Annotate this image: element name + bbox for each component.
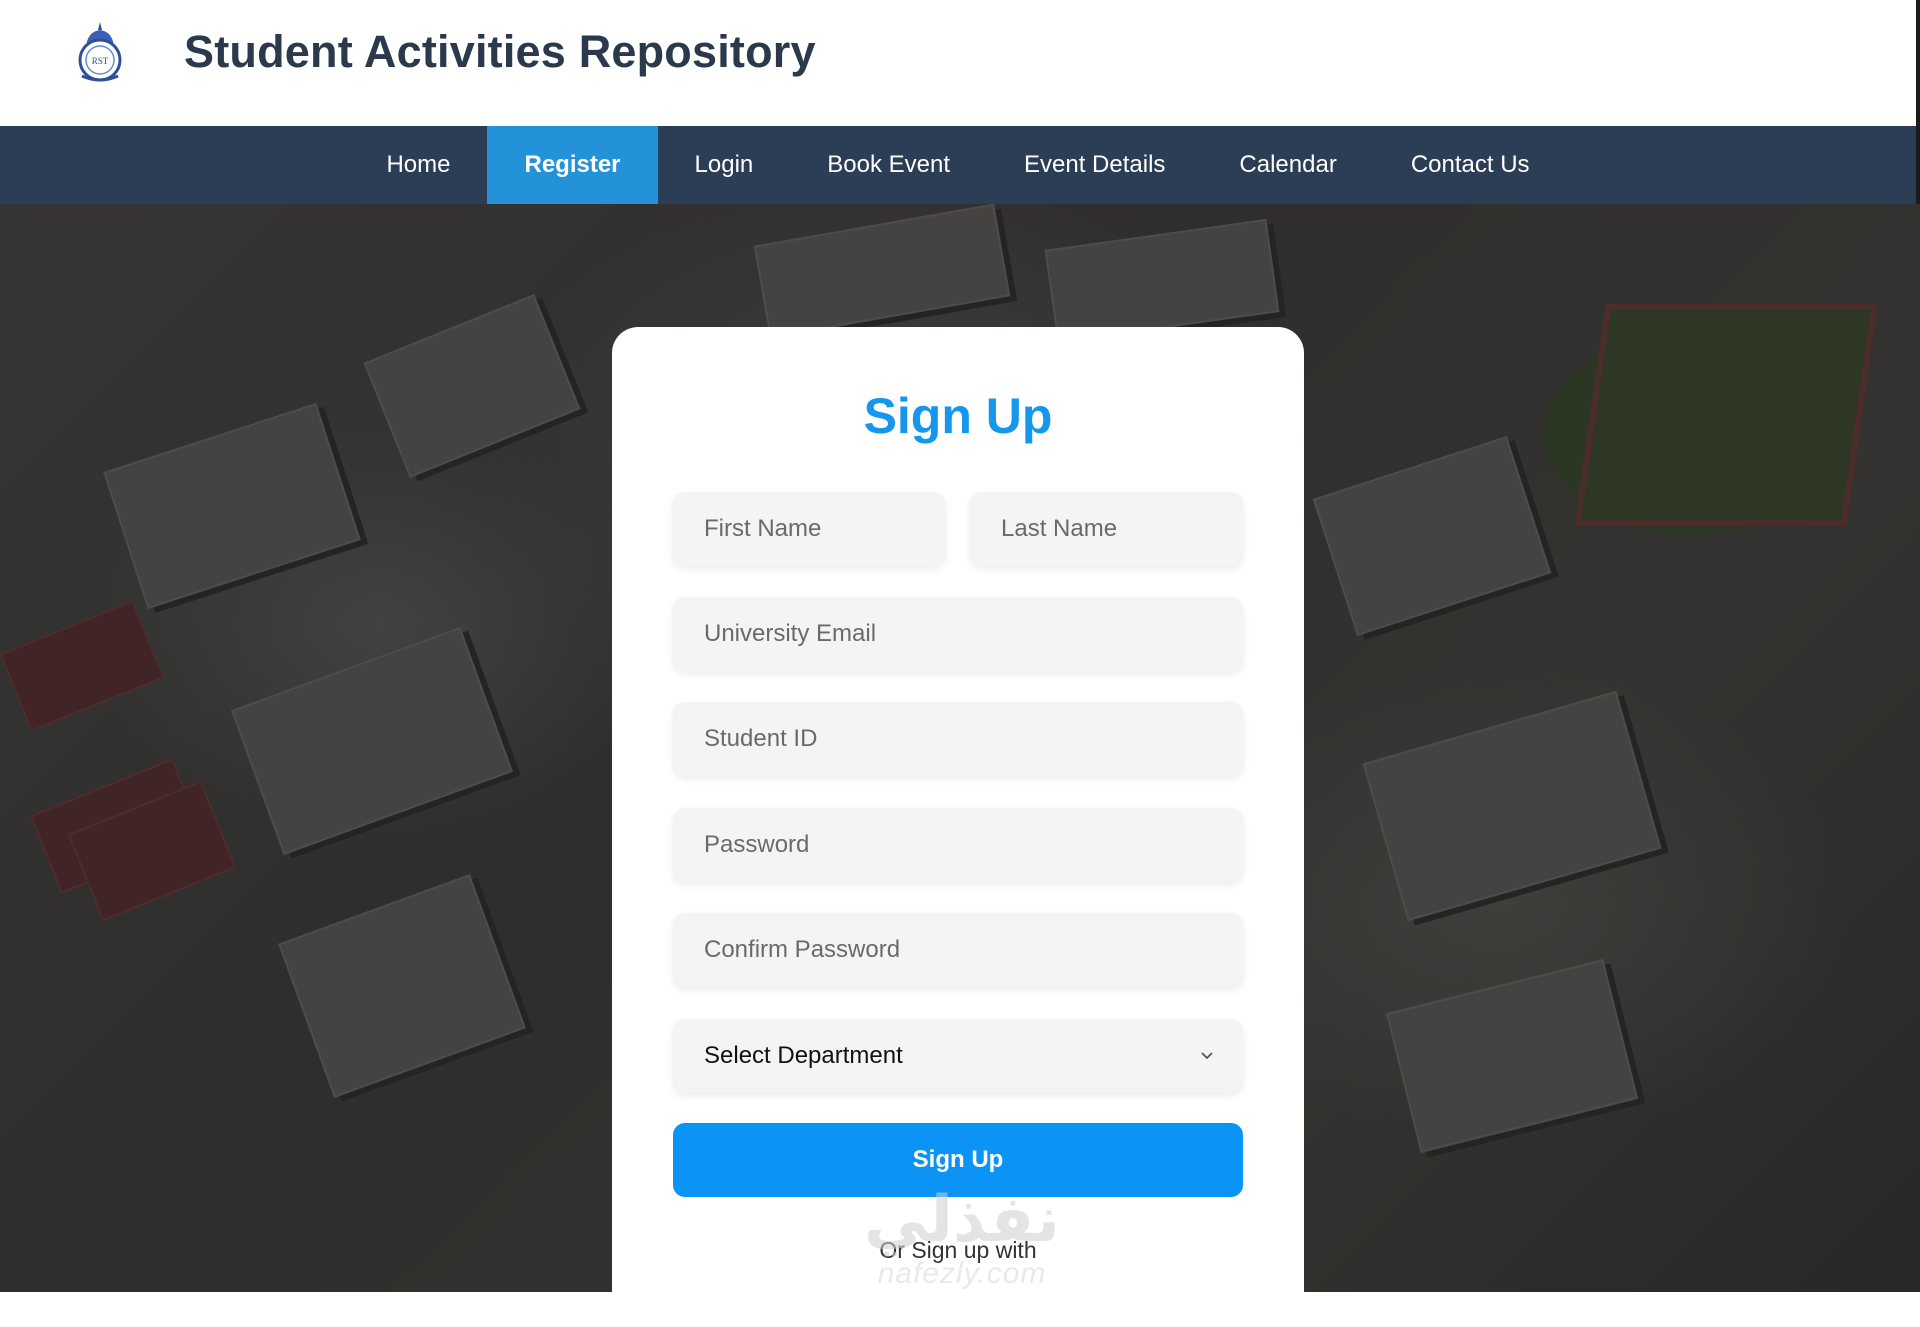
signup-card: Sign Up Select Department Sign Up Or Sig… — [612, 327, 1304, 1327]
first-name-input[interactable] — [673, 492, 945, 566]
password-input[interactable] — [673, 808, 1243, 882]
nav-list: Home Register Login Book Event Event Det… — [0, 126, 1916, 204]
main-navbar: Home Register Login Book Event Event Det… — [0, 126, 1920, 204]
student-id-input[interactable] — [673, 702, 1243, 776]
department-select[interactable]: Select Department — [673, 1019, 1243, 1093]
signup-title: Sign Up — [863, 388, 1053, 444]
nav-calendar[interactable]: Calendar — [1202, 126, 1373, 204]
confirm-password-input[interactable] — [673, 913, 1243, 987]
watermark-logo-icon: نفذلي — [864, 1183, 1060, 1257]
site-title: Student Activities Repository — [184, 26, 816, 77]
nav-register[interactable]: Register — [487, 126, 658, 204]
nav-login[interactable]: Login — [658, 126, 791, 204]
svg-text:نفذلي: نفذلي — [864, 1183, 1060, 1257]
watermark-text: nafezly.com — [877, 1257, 1047, 1290]
site-header: RST Student Activities Repository — [0, 0, 1920, 126]
department-select-value: Select Department — [704, 1042, 903, 1069]
university-crest-icon[interactable]: RST — [74, 20, 126, 82]
svg-text:RST: RST — [92, 56, 109, 66]
university-email-input[interactable] — [673, 597, 1243, 671]
nav-contact-us[interactable]: Contact Us — [1374, 126, 1567, 204]
watermark: نفذلي nafezly.com — [852, 1177, 1072, 1290]
last-name-input[interactable] — [970, 492, 1243, 566]
chevron-down-icon — [1201, 1052, 1213, 1060]
nav-home[interactable]: Home — [349, 126, 487, 204]
nav-book-event[interactable]: Book Event — [790, 126, 987, 204]
nav-event-details[interactable]: Event Details — [987, 126, 1202, 204]
